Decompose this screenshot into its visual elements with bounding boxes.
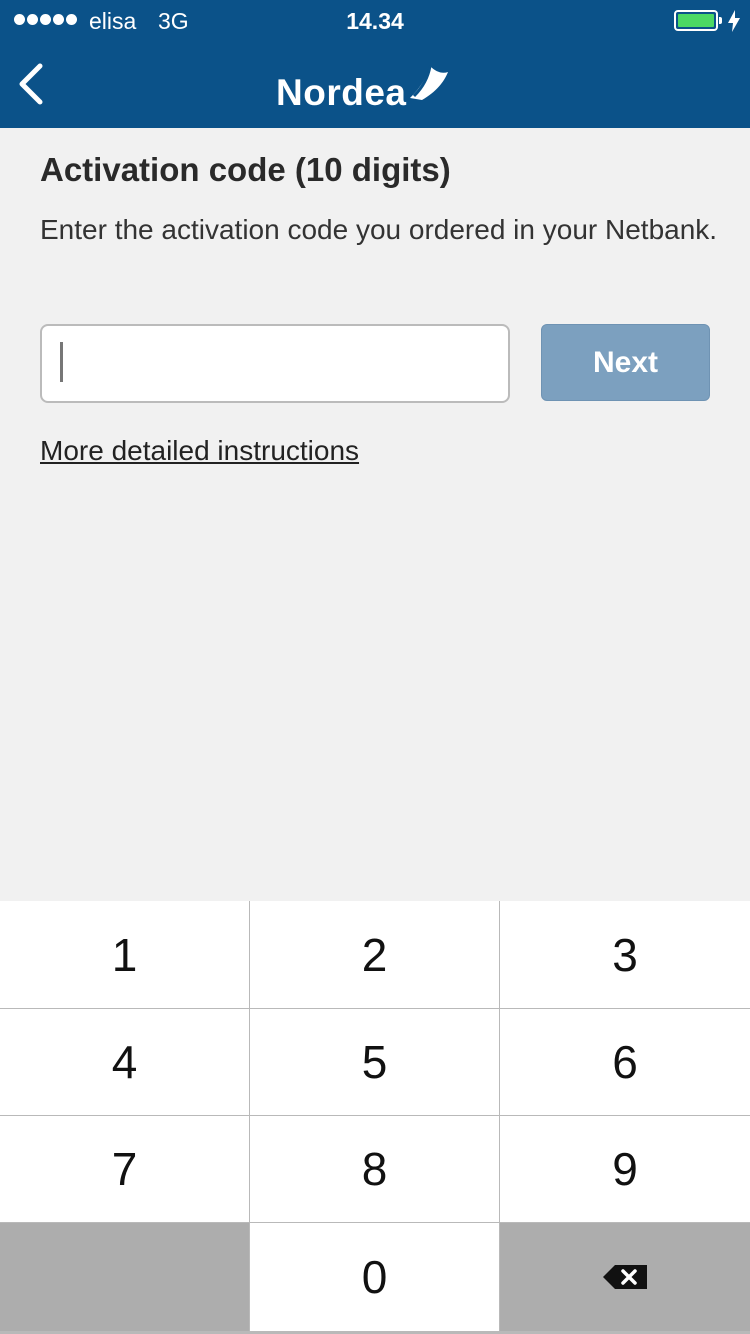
battery-level xyxy=(678,14,714,27)
battery-tip xyxy=(719,17,722,24)
nordea-logo: Nordea xyxy=(276,60,476,116)
chevron-left-icon xyxy=(19,63,43,105)
page-title: Activation code (10 digits) xyxy=(40,151,451,188)
back-button[interactable] xyxy=(10,58,54,110)
key-2[interactable]: 2 xyxy=(250,901,499,1008)
next-button[interactable]: Next xyxy=(541,324,710,401)
key-9[interactable]: 9 xyxy=(500,1116,750,1222)
key-0[interactable]: 0 xyxy=(250,1223,499,1331)
backspace-icon xyxy=(603,1265,647,1289)
logo-text: Nordea xyxy=(276,72,407,113)
text-cursor xyxy=(60,342,63,382)
instructions-link[interactable]: More detailed instructions xyxy=(40,434,359,468)
key-3[interactable]: 3 xyxy=(500,901,750,1008)
status-bar: elisa 3G 14.34 xyxy=(0,0,750,40)
charging-bolt-icon xyxy=(728,10,740,32)
key-blank xyxy=(0,1223,249,1331)
app-header: elisa 3G 14.34 Nordea xyxy=(0,0,750,128)
page-description: Enter the activation code you ordered in… xyxy=(40,214,718,245)
key-1[interactable]: 1 xyxy=(0,901,249,1008)
battery-icon xyxy=(674,10,718,31)
key-8[interactable]: 8 xyxy=(250,1116,499,1222)
key-5[interactable]: 5 xyxy=(250,1009,499,1115)
delete-key[interactable] xyxy=(500,1223,750,1331)
activation-code-input[interactable] xyxy=(40,324,510,403)
key-4[interactable]: 4 xyxy=(0,1009,249,1115)
key-7[interactable]: 7 xyxy=(0,1116,249,1222)
nordea-sail-icon xyxy=(410,65,449,100)
status-time: 14.34 xyxy=(346,8,404,34)
key-6[interactable]: 6 xyxy=(500,1009,750,1115)
numeric-keypad: 1 2 3 4 5 6 7 8 9 0 xyxy=(0,901,750,1334)
